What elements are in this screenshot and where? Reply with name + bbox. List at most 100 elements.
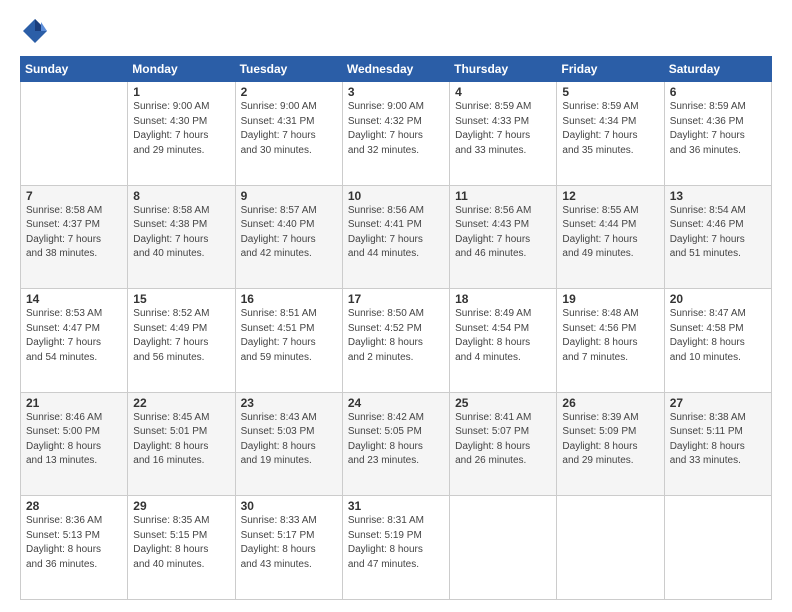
day-info: Sunrise: 8:41 AM Sunset: 5:07 PM Dayligh… (455, 411, 551, 469)
calendar-cell: 24Sunrise: 8:42 AM Sunset: 5:05 PM Dayli… (342, 392, 449, 496)
day-number: 13 (670, 189, 766, 203)
day-number: 17 (348, 292, 444, 306)
calendar-week-row: 1Sunrise: 9:00 AM Sunset: 4:30 PM Daylig… (21, 82, 772, 186)
day-info: Sunrise: 8:55 AM Sunset: 4:44 PM Dayligh… (562, 204, 658, 262)
calendar-week-row: 21Sunrise: 8:46 AM Sunset: 5:00 PM Dayli… (21, 392, 772, 496)
day-number: 4 (455, 85, 551, 99)
day-number: 29 (133, 499, 229, 513)
calendar-header-day: Sunday (21, 57, 128, 82)
day-info: Sunrise: 8:47 AM Sunset: 4:58 PM Dayligh… (670, 307, 766, 365)
calendar-header-day: Thursday (450, 57, 557, 82)
calendar-cell (664, 496, 771, 600)
day-info: Sunrise: 8:53 AM Sunset: 4:47 PM Dayligh… (26, 307, 122, 365)
day-number: 5 (562, 85, 658, 99)
day-number: 11 (455, 189, 551, 203)
calendar-week-row: 7Sunrise: 8:58 AM Sunset: 4:37 PM Daylig… (21, 185, 772, 289)
calendar-header-day: Tuesday (235, 57, 342, 82)
day-info: Sunrise: 8:45 AM Sunset: 5:01 PM Dayligh… (133, 411, 229, 469)
day-info: Sunrise: 8:42 AM Sunset: 5:05 PM Dayligh… (348, 411, 444, 469)
day-number: 22 (133, 396, 229, 410)
day-info: Sunrise: 8:59 AM Sunset: 4:33 PM Dayligh… (455, 100, 551, 158)
day-info: Sunrise: 8:59 AM Sunset: 4:36 PM Dayligh… (670, 100, 766, 158)
day-info: Sunrise: 8:51 AM Sunset: 4:51 PM Dayligh… (241, 307, 337, 365)
day-info: Sunrise: 8:48 AM Sunset: 4:56 PM Dayligh… (562, 307, 658, 365)
calendar-cell: 14Sunrise: 8:53 AM Sunset: 4:47 PM Dayli… (21, 289, 128, 393)
calendar-cell: 26Sunrise: 8:39 AM Sunset: 5:09 PM Dayli… (557, 392, 664, 496)
calendar-cell: 27Sunrise: 8:38 AM Sunset: 5:11 PM Dayli… (664, 392, 771, 496)
day-info: Sunrise: 8:38 AM Sunset: 5:11 PM Dayligh… (670, 411, 766, 469)
day-number: 3 (348, 85, 444, 99)
day-number: 24 (348, 396, 444, 410)
calendar-cell: 3Sunrise: 9:00 AM Sunset: 4:32 PM Daylig… (342, 82, 449, 186)
day-number: 21 (26, 396, 122, 410)
calendar-week-row: 28Sunrise: 8:36 AM Sunset: 5:13 PM Dayli… (21, 496, 772, 600)
day-number: 8 (133, 189, 229, 203)
day-info: Sunrise: 8:56 AM Sunset: 4:41 PM Dayligh… (348, 204, 444, 262)
day-number: 6 (670, 85, 766, 99)
calendar-cell: 8Sunrise: 8:58 AM Sunset: 4:38 PM Daylig… (128, 185, 235, 289)
calendar-cell: 7Sunrise: 8:58 AM Sunset: 4:37 PM Daylig… (21, 185, 128, 289)
calendar-cell (21, 82, 128, 186)
day-info: Sunrise: 8:50 AM Sunset: 4:52 PM Dayligh… (348, 307, 444, 365)
day-number: 1 (133, 85, 229, 99)
calendar-header-row: SundayMondayTuesdayWednesdayThursdayFrid… (21, 57, 772, 82)
calendar-header-day: Wednesday (342, 57, 449, 82)
day-number: 14 (26, 292, 122, 306)
calendar-cell (557, 496, 664, 600)
day-number: 30 (241, 499, 337, 513)
calendar-table: SundayMondayTuesdayWednesdayThursdayFrid… (20, 56, 772, 600)
day-info: Sunrise: 8:33 AM Sunset: 5:17 PM Dayligh… (241, 514, 337, 572)
calendar-week-row: 14Sunrise: 8:53 AM Sunset: 4:47 PM Dayli… (21, 289, 772, 393)
day-info: Sunrise: 8:31 AM Sunset: 5:19 PM Dayligh… (348, 514, 444, 572)
day-info: Sunrise: 8:56 AM Sunset: 4:43 PM Dayligh… (455, 204, 551, 262)
day-number: 31 (348, 499, 444, 513)
header (20, 16, 772, 46)
day-number: 25 (455, 396, 551, 410)
day-number: 27 (670, 396, 766, 410)
calendar-cell: 2Sunrise: 9:00 AM Sunset: 4:31 PM Daylig… (235, 82, 342, 186)
calendar-header-day: Saturday (664, 57, 771, 82)
day-number: 19 (562, 292, 658, 306)
logo (20, 16, 54, 46)
day-info: Sunrise: 8:57 AM Sunset: 4:40 PM Dayligh… (241, 204, 337, 262)
calendar-cell: 20Sunrise: 8:47 AM Sunset: 4:58 PM Dayli… (664, 289, 771, 393)
day-info: Sunrise: 8:43 AM Sunset: 5:03 PM Dayligh… (241, 411, 337, 469)
day-info: Sunrise: 8:49 AM Sunset: 4:54 PM Dayligh… (455, 307, 551, 365)
day-info: Sunrise: 8:36 AM Sunset: 5:13 PM Dayligh… (26, 514, 122, 572)
day-info: Sunrise: 8:39 AM Sunset: 5:09 PM Dayligh… (562, 411, 658, 469)
calendar-cell: 29Sunrise: 8:35 AM Sunset: 5:15 PM Dayli… (128, 496, 235, 600)
calendar-cell: 23Sunrise: 8:43 AM Sunset: 5:03 PM Dayli… (235, 392, 342, 496)
calendar-cell: 28Sunrise: 8:36 AM Sunset: 5:13 PM Dayli… (21, 496, 128, 600)
day-number: 9 (241, 189, 337, 203)
page: SundayMondayTuesdayWednesdayThursdayFrid… (0, 0, 792, 612)
calendar-cell: 19Sunrise: 8:48 AM Sunset: 4:56 PM Dayli… (557, 289, 664, 393)
day-number: 15 (133, 292, 229, 306)
day-number: 28 (26, 499, 122, 513)
calendar-cell: 30Sunrise: 8:33 AM Sunset: 5:17 PM Dayli… (235, 496, 342, 600)
day-info: Sunrise: 8:35 AM Sunset: 5:15 PM Dayligh… (133, 514, 229, 572)
day-number: 18 (455, 292, 551, 306)
calendar-cell: 22Sunrise: 8:45 AM Sunset: 5:01 PM Dayli… (128, 392, 235, 496)
day-info: Sunrise: 8:59 AM Sunset: 4:34 PM Dayligh… (562, 100, 658, 158)
calendar-cell: 6Sunrise: 8:59 AM Sunset: 4:36 PM Daylig… (664, 82, 771, 186)
day-info: Sunrise: 8:46 AM Sunset: 5:00 PM Dayligh… (26, 411, 122, 469)
calendar-cell: 5Sunrise: 8:59 AM Sunset: 4:34 PM Daylig… (557, 82, 664, 186)
day-number: 23 (241, 396, 337, 410)
calendar-cell: 16Sunrise: 8:51 AM Sunset: 4:51 PM Dayli… (235, 289, 342, 393)
day-number: 12 (562, 189, 658, 203)
calendar-header-day: Monday (128, 57, 235, 82)
day-number: 26 (562, 396, 658, 410)
calendar-cell: 31Sunrise: 8:31 AM Sunset: 5:19 PM Dayli… (342, 496, 449, 600)
day-info: Sunrise: 8:58 AM Sunset: 4:37 PM Dayligh… (26, 204, 122, 262)
calendar-cell: 13Sunrise: 8:54 AM Sunset: 4:46 PM Dayli… (664, 185, 771, 289)
calendar-cell: 9Sunrise: 8:57 AM Sunset: 4:40 PM Daylig… (235, 185, 342, 289)
day-number: 10 (348, 189, 444, 203)
calendar-cell (450, 496, 557, 600)
day-info: Sunrise: 9:00 AM Sunset: 4:31 PM Dayligh… (241, 100, 337, 158)
calendar-cell: 17Sunrise: 8:50 AM Sunset: 4:52 PM Dayli… (342, 289, 449, 393)
calendar-header-day: Friday (557, 57, 664, 82)
calendar-cell: 25Sunrise: 8:41 AM Sunset: 5:07 PM Dayli… (450, 392, 557, 496)
calendar-cell: 4Sunrise: 8:59 AM Sunset: 4:33 PM Daylig… (450, 82, 557, 186)
calendar-cell: 21Sunrise: 8:46 AM Sunset: 5:00 PM Dayli… (21, 392, 128, 496)
day-number: 7 (26, 189, 122, 203)
